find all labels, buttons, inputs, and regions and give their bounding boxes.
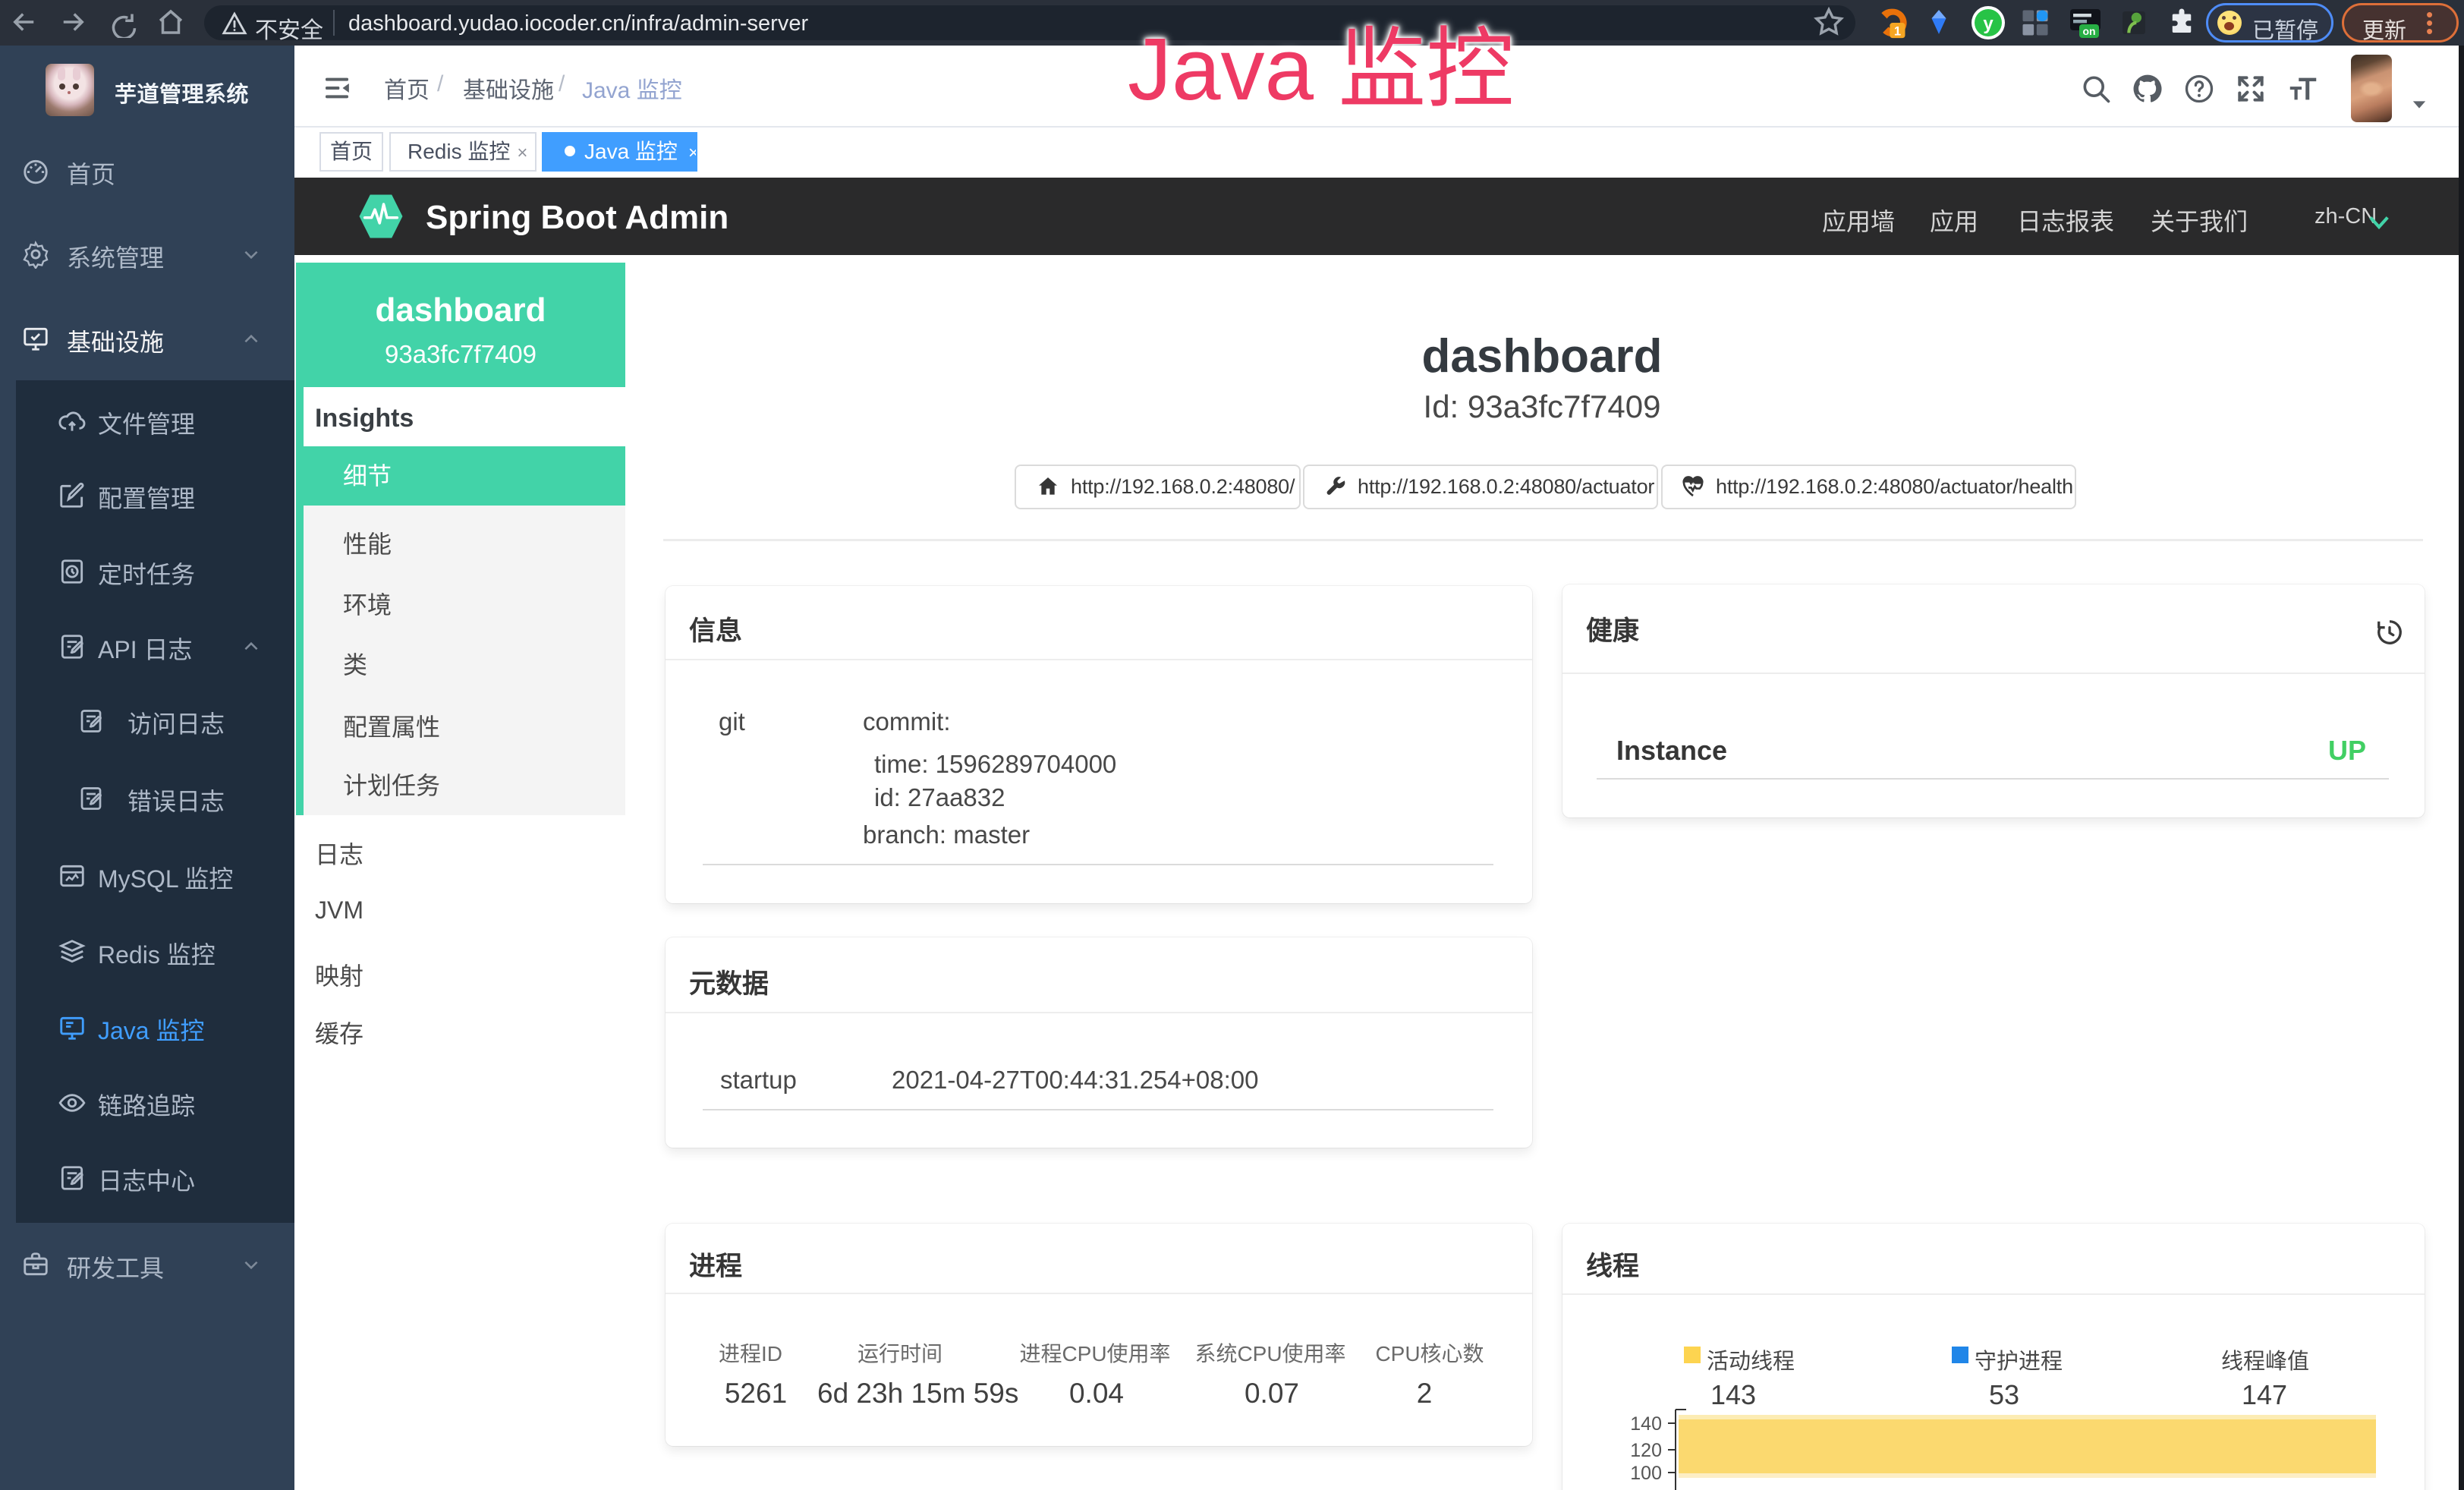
svg-text:1: 1 bbox=[1894, 25, 1901, 39]
svg-text:y: y bbox=[1983, 14, 1994, 34]
svg-text:on: on bbox=[2082, 25, 2095, 37]
